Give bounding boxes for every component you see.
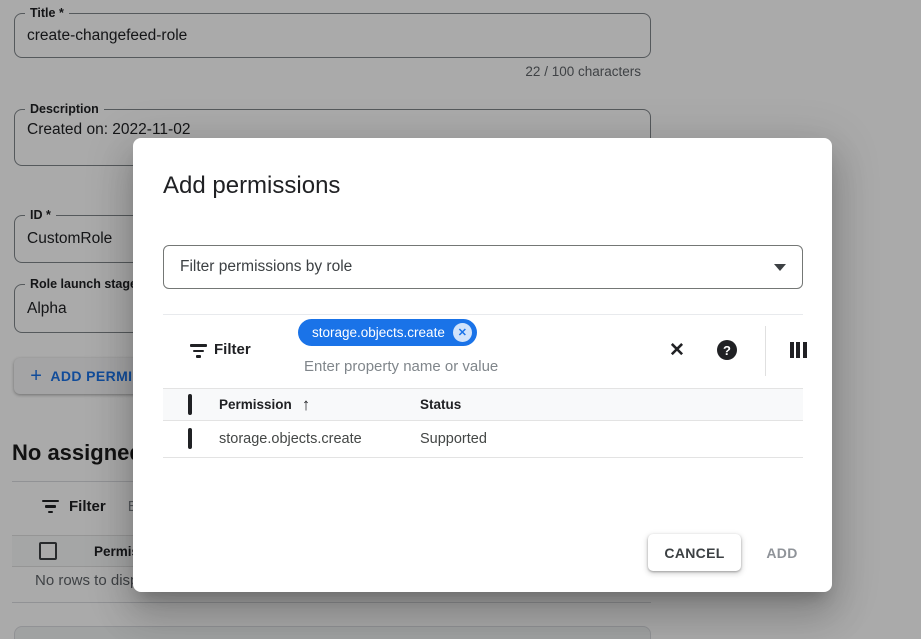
table-row[interactable]: storage.objects.create Supported <box>163 421 803 458</box>
chevron-down-icon <box>774 264 786 271</box>
help-icon[interactable]: ? <box>713 336 741 364</box>
select-all-checkbox[interactable] <box>188 394 192 415</box>
filter-input[interactable] <box>304 355 634 377</box>
column-display-icon[interactable] <box>784 336 812 364</box>
filter-chip-label: storage.objects.create <box>312 325 445 340</box>
toolbar-divider <box>765 326 766 376</box>
permissions-table: Filter storage.objects.create ✕ ✕ ? Perm… <box>163 314 803 458</box>
filter-icon <box>190 344 207 358</box>
add-button[interactable]: ADD <box>751 534 813 571</box>
role-select-placeholder: Filter permissions by role <box>180 258 352 276</box>
cancel-button[interactable]: CANCEL <box>648 534 741 571</box>
remove-chip-icon[interactable]: ✕ <box>453 323 472 342</box>
row-status-cell: Supported <box>420 431 803 447</box>
toolbar-filter-label: Filter <box>214 341 251 358</box>
row-permission-cell: storage.objects.create <box>219 431 420 447</box>
clear-filters-icon[interactable]: ✕ <box>663 336 691 364</box>
sort-ascending-icon[interactable]: ↑ <box>302 396 311 413</box>
column-header-status: Status <box>420 397 803 412</box>
column-header-permission[interactable]: Permission ↑ <box>219 396 420 413</box>
filter-chip[interactable]: storage.objects.create ✕ <box>298 319 477 346</box>
table-filter-toolbar: Filter storage.objects.create ✕ ✕ ? <box>163 314 803 388</box>
row-checkbox[interactable] <box>188 428 192 449</box>
filter-permissions-by-role-select[interactable]: Filter permissions by role <box>163 245 803 289</box>
dialog-title: Add permissions <box>163 172 340 200</box>
add-permissions-dialog: Add permissions Filter permissions by ro… <box>133 138 832 592</box>
table-header-row: Permission ↑ Status <box>163 388 803 421</box>
